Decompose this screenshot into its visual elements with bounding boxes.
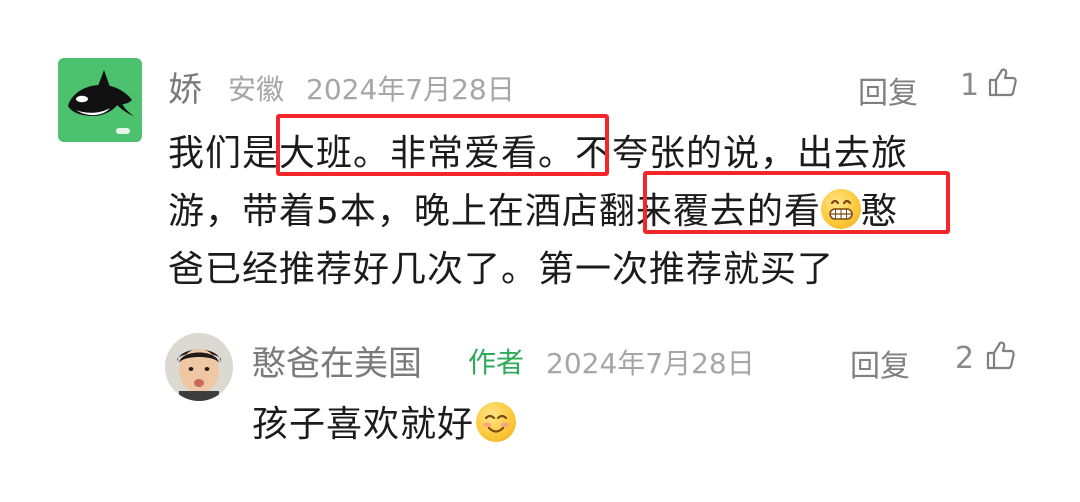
child-face-icon [165,333,233,401]
highlight-box-1 [276,114,609,176]
reply-text: 孩子喜欢就好 [252,396,517,454]
avatar[interactable] [58,58,142,142]
comment-location: 安徽 [228,73,285,106]
author-badge: 作者 [468,346,525,379]
orca-icon [68,70,134,134]
reply-date: 2024年7月28日 [546,347,755,380]
highlight-box-2 [643,171,950,234]
reply-avatar[interactable] [165,333,233,401]
comment-username[interactable]: 娇 [168,62,202,111]
reply-username[interactable]: 憨爸在美国 [252,336,422,385]
like-count: 1 [960,68,980,103]
reply-like-count: 2 [955,341,975,376]
comment-date: 2024年7月28日 [306,73,515,106]
thumbs-up-icon[interactable] [984,339,1016,371]
thumbs-up-icon[interactable] [986,66,1018,98]
comment-line-3: 爸已经推荐好几次了。第一次推荐就买了 [168,249,835,290]
reply-button[interactable]: 回复 [858,68,918,112]
smiling-face-icon [476,402,517,442]
reply-reply-button[interactable]: 回复 [850,341,910,385]
